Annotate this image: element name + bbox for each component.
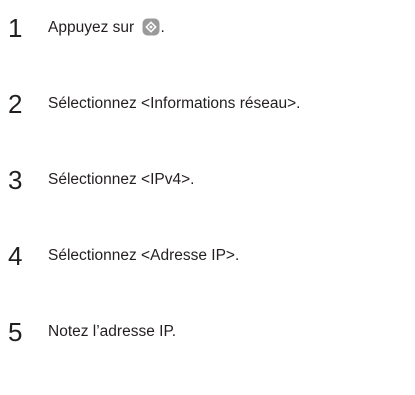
step-number: 3 — [8, 165, 23, 195]
step-4: 4 Sélectionnez <Adresse IP>. — [0, 236, 415, 276]
step-number: 1 — [8, 13, 23, 43]
step-3: 3 Sélectionnez <IPv4>. — [0, 160, 415, 200]
step-number: 5 — [8, 317, 23, 347]
step-1: 1 Appuyez sur . — [0, 8, 415, 48]
step-text: Sélectionnez <Adresse IP>. — [48, 247, 240, 264]
step-5: 5 Notez l’adresse IP. — [0, 312, 415, 352]
step-text-after-icon: . — [160, 19, 165, 36]
step-number: 4 — [8, 241, 23, 271]
settings-home-icon — [142, 18, 160, 36]
step-text-before-icon: Appuyez sur — [48, 19, 135, 36]
step-2: 2 Sélectionnez <Informations réseau>. — [0, 84, 415, 124]
step-text: Sélectionnez <IPv4>. — [48, 171, 195, 188]
step-text: Notez l’adresse IP. — [48, 323, 177, 340]
step-number: 2 — [8, 89, 23, 119]
step-text: Appuyez sur . — [48, 8, 165, 48]
step-text: Sélectionnez <Informations réseau>. — [48, 95, 301, 112]
